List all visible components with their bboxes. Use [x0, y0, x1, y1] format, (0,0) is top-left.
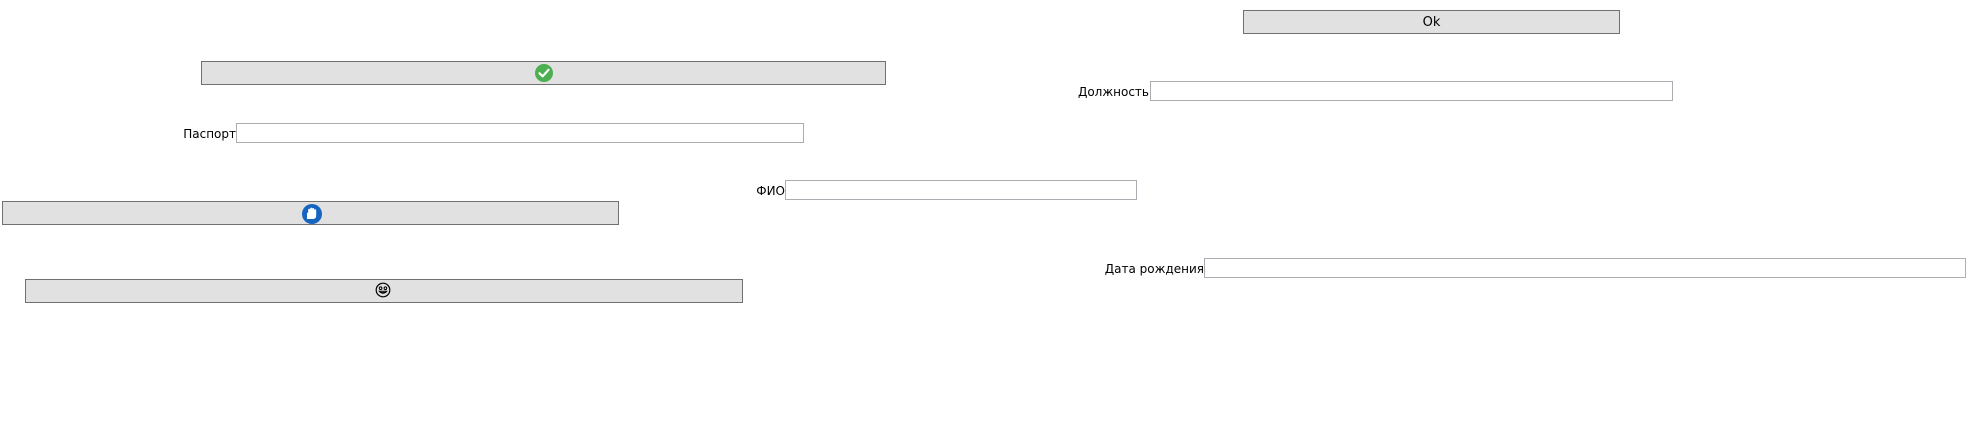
full-name-field[interactable] — [785, 180, 1137, 200]
position-field[interactable] — [1150, 81, 1673, 101]
ok-button-label: Ok — [1422, 14, 1441, 30]
position-label: Должность — [1077, 85, 1149, 99]
confirm-button[interactable] — [201, 61, 886, 85]
passport-label: Паспорт — [183, 127, 236, 141]
birth-date-field[interactable] — [1204, 258, 1966, 278]
ok-button[interactable]: Ok — [1243, 10, 1620, 34]
scan-button[interactable] — [2, 201, 619, 225]
blue-hand-icon — [301, 204, 322, 224]
check-circle-icon — [534, 64, 553, 82]
birth-date-label: Дата рождения — [1104, 262, 1204, 276]
full-name-label: ФИО — [756, 184, 785, 198]
emoji-face-icon — [375, 282, 393, 300]
face-button[interactable] — [25, 279, 743, 303]
passport-field[interactable] — [236, 123, 804, 143]
